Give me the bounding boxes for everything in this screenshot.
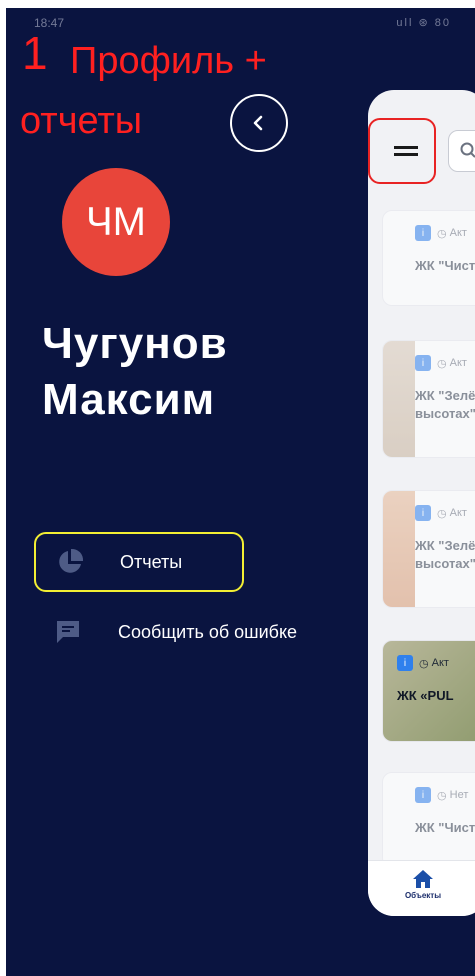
app-screen: 18:47 ull ⊛ 80 1 Профиль + отчеты ЧМ Чуг… [6,8,475,976]
building-photo [383,491,415,607]
feedback-icon [48,618,88,646]
user-name: Чугунов Максим [42,319,228,424]
annotation-number: 1 [22,27,48,79]
object-card[interactable]: i ◷ Нет ЖК "Чист [382,772,475,868]
hamburger-bar [394,146,418,149]
pie-chart-icon [50,547,90,577]
object-card[interactable]: i ◷ Акт ЖК "Чист [382,210,475,306]
search-icon [460,142,475,158]
card-title: ЖК "Зелё высотах" [415,538,475,571]
card-title: ЖК «PUL [397,688,454,703]
card-title: ЖК "Чист [415,258,475,273]
status-icons: ull ⊛ 80 [396,17,451,29]
app-main-panel[interactable]: i ◷ Акт ЖК "Чист i ◷ Акт ЖК "Зелё высотах" … [368,90,475,916]
avatar: ЧМ [62,168,170,276]
annotation-subtitle: отчеты [20,100,143,142]
object-card[interactable]: i ◷ Акт ЖК "Зелё высотах" [382,490,475,608]
clock-icon: ◷ [437,227,450,240]
card-status: Акт [431,657,449,669]
card-status: Акт [449,357,467,369]
card-title: ЖК "Чист [415,820,475,835]
back-button[interactable] [230,94,288,152]
card-status: Нет [449,789,469,801]
clock-icon: ◷ [437,789,450,802]
tab-objects-label: Объекты [404,891,442,900]
info-badge-icon: i [397,655,413,671]
menu-button[interactable] [368,118,436,184]
object-card[interactable]: i ◷ Акт ЖК "Зелё высотах" [382,340,475,458]
menu-item-reports-label: Отчеты [120,551,183,572]
clock-icon: ◷ [419,657,432,670]
menu-item-report-bug-label: Сообщить об ошибке [118,621,298,642]
info-badge-icon: i [415,355,431,371]
annotation-title: Профиль + [70,40,267,82]
building-photo [383,341,415,457]
card-status: Акт [449,507,467,519]
clock-icon: ◷ [437,357,450,370]
menu-item-reports[interactable]: Отчеты [34,532,244,592]
clock-icon: ◷ [437,507,450,520]
card-status: Акт [449,227,467,239]
chevron-left-icon [253,115,263,131]
home-icon [413,870,433,888]
status-bar: 18:47 ull ⊛ 80 [6,8,475,38]
tab-objects[interactable]: Объекты [398,869,448,900]
card-title: ЖК "Зелё высотах" [415,388,475,421]
info-badge-icon: i [415,505,431,521]
info-badge-icon: i [415,225,431,241]
bottom-tab-bar: Объекты [368,860,475,916]
info-badge-icon: i [415,787,431,803]
menu-item-report-bug[interactable]: Сообщить об ошибке [34,602,374,662]
object-card[interactable]: i ◷ Акт ЖК «PUL [382,640,475,742]
search-input[interactable] [448,130,475,172]
hamburger-bar [394,153,418,156]
